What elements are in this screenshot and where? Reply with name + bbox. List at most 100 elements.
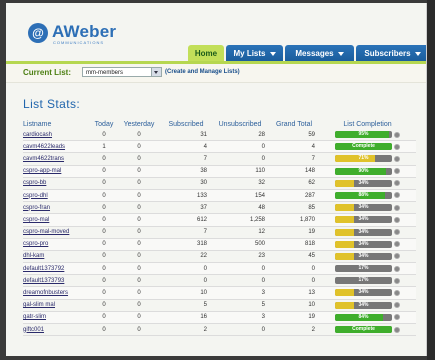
gear-icon[interactable] — [394, 192, 400, 199]
subscribed-cell: 0 — [161, 262, 211, 276]
yesterday-cell: 0 — [117, 311, 161, 325]
subscribed-cell: 31 — [161, 129, 211, 142]
tab-my-lists-label: My Lists — [233, 49, 266, 58]
grand-total-cell: 2 — [269, 323, 319, 337]
col-subscribed[interactable]: Subscribed — [161, 119, 211, 129]
logo-subtext: COMMUNICATIONS — [53, 40, 105, 45]
scrollbar[interactable] — [427, 0, 435, 360]
col-today[interactable]: Today — [91, 119, 117, 129]
chevron-down-icon[interactable] — [151, 68, 161, 76]
listname-link[interactable]: default1373792 — [23, 262, 91, 276]
gear-icon[interactable] — [394, 168, 400, 175]
grand-total-cell: 10 — [269, 299, 319, 312]
window-frame: @ AWeber COMMUNICATIONS Home My Lists Me… — [0, 0, 435, 360]
completion-label: 34% — [358, 179, 369, 186]
gear-icon[interactable] — [394, 265, 400, 272]
gear-icon[interactable] — [394, 314, 400, 321]
col-grand-total[interactable]: Grand Total — [269, 119, 319, 129]
gear-icon[interactable] — [394, 204, 400, 211]
grand-total-cell: 0 — [269, 262, 319, 276]
today-cell: 0 — [91, 250, 117, 264]
completion-progress-bar: 34% — [335, 204, 392, 212]
listname-link[interactable]: cspro-dhl — [23, 189, 91, 203]
tab-home-label: Home — [194, 49, 218, 58]
gear-icon[interactable] — [394, 143, 400, 150]
yesterday-cell: 0 — [117, 299, 161, 312]
grand-total-cell: 1,870 — [269, 213, 319, 227]
gear-icon[interactable] — [394, 289, 400, 296]
list-completion-cell: 34% — [319, 201, 416, 215]
gear-icon[interactable] — [394, 155, 400, 162]
subscribed-cell: 4 — [161, 140, 211, 154]
gear-icon[interactable] — [394, 277, 400, 284]
tab-messages[interactable]: Messages — [285, 45, 354, 62]
completion-label: 90% — [358, 167, 369, 174]
listname-link[interactable]: cspro-mal — [23, 213, 91, 227]
grand-total-cell: 19 — [269, 226, 319, 239]
current-list-select[interactable]: mm-members — [82, 67, 162, 77]
list-completion-cell: 71% — [319, 152, 416, 166]
today-cell: 0 — [91, 286, 117, 300]
col-unsubscribed[interactable]: Unsubscribed — [211, 119, 269, 129]
completion-progress-bar: 95% — [335, 131, 392, 139]
unsubscribed-cell: 48 — [211, 201, 269, 215]
gear-icon[interactable] — [394, 253, 400, 260]
list-stats-table: Listname Today Yesterday Subscribed Unsu… — [23, 119, 416, 337]
grand-total-cell: 4 — [269, 140, 319, 154]
completion-progress-bar: 34% — [335, 252, 392, 260]
listname-link[interactable]: cspro-bb — [23, 177, 91, 190]
gear-icon[interactable] — [394, 216, 400, 223]
col-list-completion[interactable]: List Completion — [319, 119, 416, 129]
col-yesterday[interactable]: Yesterday — [117, 119, 161, 129]
tab-home[interactable]: Home — [188, 45, 224, 62]
gear-icon[interactable] — [394, 302, 400, 309]
gear-icon[interactable] — [394, 241, 400, 248]
subscribed-cell: 5 — [161, 299, 211, 312]
listname-link[interactable]: cavm4622leads — [23, 140, 91, 154]
aweber-logo[interactable]: @ AWeber COMMUNICATIONS — [28, 22, 148, 47]
subscribed-cell: 30 — [161, 177, 211, 190]
manage-lists-link[interactable]: (Create and Manage Lists) — [165, 69, 240, 75]
grand-total-cell: 287 — [269, 189, 319, 203]
completion-progress-bar: 90% — [335, 167, 392, 175]
listname-link[interactable]: dreamofnbusters — [23, 286, 91, 300]
listname-link[interactable]: cspro-mal-moved — [23, 226, 91, 239]
listname-link[interactable]: gatr-slim — [23, 311, 91, 325]
listname-link[interactable]: gal-slim mal — [23, 299, 91, 312]
gear-icon[interactable] — [394, 229, 400, 236]
yesterday-cell: 0 — [117, 323, 161, 337]
aweber-page: @ AWeber COMMUNICATIONS Home My Lists Me… — [6, 3, 427, 356]
table-row: default1373792 0 0 0 0 0 17% — [23, 262, 416, 276]
tab-my-lists[interactable]: My Lists — [226, 45, 283, 62]
header: @ AWeber COMMUNICATIONS Home My Lists Me… — [6, 3, 426, 62]
listname-link[interactable]: default1373793 — [23, 274, 91, 288]
listname-link[interactable]: cavm4622trans — [23, 152, 91, 166]
unsubscribed-cell: 3 — [211, 286, 269, 300]
main-nav-tabs: Home My Lists Messages Subscribers — [188, 45, 426, 62]
listname-link[interactable]: cspro-fran — [23, 201, 91, 215]
list-completion-cell: 34% — [319, 238, 416, 251]
subscribed-cell: 133 — [161, 189, 211, 203]
table-row: cspro-mal-moved 0 0 7 12 19 34% — [23, 226, 416, 239]
yesterday-cell: 0 — [117, 140, 161, 154]
listname-link[interactable]: cspro-pro — [23, 238, 91, 251]
yesterday-cell: 0 — [117, 274, 161, 288]
table-row: cspro-bb 0 0 30 32 62 34% — [23, 177, 416, 190]
subscribed-cell: 612 — [161, 213, 211, 227]
list-completion-cell: 90% — [319, 165, 416, 178]
unsubscribed-cell: 12 — [211, 226, 269, 239]
listname-link[interactable]: giftc001 — [23, 323, 91, 337]
listname-link[interactable]: dhl-kam — [23, 250, 91, 264]
subscribed-cell: 22 — [161, 250, 211, 264]
today-cell: 0 — [91, 226, 117, 239]
unsubscribed-cell: 5 — [211, 299, 269, 312]
gear-icon[interactable] — [394, 326, 400, 333]
chevron-down-icon — [269, 51, 276, 56]
listname-link[interactable]: cardiocash — [23, 129, 91, 142]
col-listname[interactable]: Listname — [23, 119, 91, 129]
listname-link[interactable]: cspro-app-mal — [23, 165, 91, 178]
gear-icon[interactable] — [394, 131, 400, 138]
list-completion-cell: 95% — [319, 129, 416, 142]
tab-subscribers[interactable]: Subscribers — [356, 45, 426, 62]
gear-icon[interactable] — [394, 180, 400, 187]
